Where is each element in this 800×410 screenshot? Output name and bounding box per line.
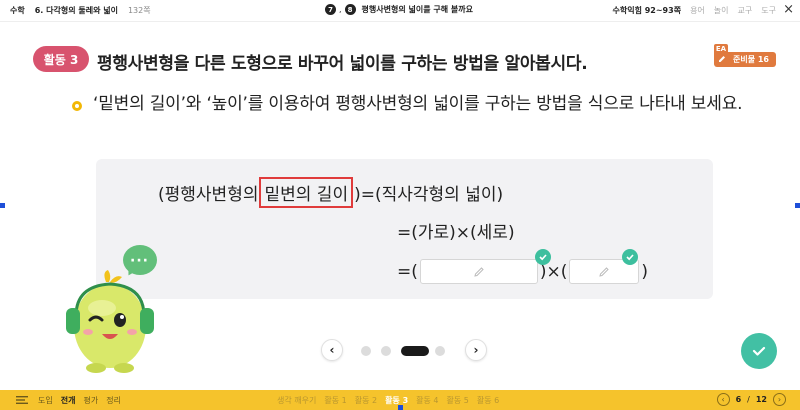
chapter-label: 6. 다각형의 둘레와 넓이	[34, 6, 118, 15]
next-slide-icon[interactable]: ›	[773, 393, 786, 406]
formula-line1-prefix: (평행사변형의	[158, 185, 259, 205]
highlighted-term: 밑변의 길이	[259, 177, 354, 208]
page-dot-active[interactable]	[401, 346, 429, 356]
complete-button[interactable]	[741, 333, 777, 369]
phase-assessment[interactable]: 평가	[83, 395, 98, 406]
subject-label: 수학	[10, 6, 25, 15]
answer-input-base[interactable]	[419, 259, 538, 284]
activity-title: 평행사변형을 다른 도형으로 바꾸어 넓이를 구하는 방법을 알아봅시다.	[97, 54, 588, 74]
tool-glossary[interactable]: 용어	[690, 5, 705, 16]
resize-handle[interactable]	[398, 405, 403, 410]
activity-tab-4[interactable]: 활동 4	[416, 395, 438, 406]
materials-button[interactable]: EA 준비물 16	[714, 44, 776, 68]
top-bar: 수학 6. 다각형의 둘레와 넓이 132쪽 7 , 8 평행사변형의 넓이를 …	[0, 0, 800, 22]
activity-tab-6[interactable]: 활동 6	[477, 395, 499, 406]
page-dot[interactable]	[435, 346, 445, 356]
formula-line3-open: =(	[397, 261, 418, 282]
tool-game[interactable]: 놀이	[714, 5, 729, 16]
lesson-title: 평행사변형의 넓이를 구해 볼까요	[361, 5, 473, 14]
mascot-character[interactable]	[62, 268, 158, 380]
activity-tab-warmup[interactable]: 생각 깨우기	[277, 395, 316, 406]
check-icon	[752, 346, 766, 356]
activity-badge: 활동 3	[33, 46, 89, 72]
phase-intro[interactable]: 도입	[38, 395, 53, 406]
page-dot[interactable]	[381, 346, 391, 356]
pencil-icon	[599, 266, 610, 277]
activity-tab-2[interactable]: 활동 2	[355, 395, 377, 406]
next-page-button[interactable]: ›	[465, 339, 487, 361]
page-dot[interactable]	[361, 346, 371, 356]
lesson-phase-nav: 도입 전개 평가 정리	[38, 395, 121, 406]
total-pages: 12	[755, 395, 767, 404]
activity-tab-3[interactable]: 활동 3	[385, 395, 408, 406]
page-separator: /	[747, 395, 750, 404]
topbar-left: 수학 6. 다각형의 둘레와 넓이 132쪽	[10, 5, 151, 16]
prev-slide-icon[interactable]: ‹	[716, 393, 730, 406]
topbar-tools: 수학익힘 92~93쪽 용어 놀이 교구 도구	[613, 5, 777, 16]
formula-line1-suffix: )=(직사각형의 넓이)	[354, 185, 504, 205]
check-answer-height-icon[interactable]	[622, 249, 638, 265]
formula-line-1: (평행사변형의 밑변의 길이 )=(직사각형의 넓이)	[158, 177, 503, 208]
check-answer-base-icon[interactable]	[535, 249, 551, 265]
formula-line3-close: )	[641, 261, 649, 282]
formula-line-2: =(가로)×(세로)	[397, 223, 515, 243]
lesson-number-badge: 7	[325, 4, 336, 15]
phase-summary[interactable]: 정리	[106, 395, 121, 406]
prev-page-button[interactable]: ‹	[321, 339, 343, 361]
page-counter: ‹ 6 / 12 ›	[716, 393, 786, 406]
activity-nav: 생각 깨우기 활동 1 활동 2 활동 3 활동 4 활동 5 활동 6	[277, 395, 499, 406]
resize-handle[interactable]	[0, 203, 5, 208]
ellipsis-icon: ···	[130, 253, 149, 269]
resize-handle[interactable]	[795, 203, 800, 208]
menu-icon[interactable]	[16, 395, 28, 405]
bullet-icon	[72, 101, 82, 111]
workbook-link[interactable]: 수학익힘 92~93쪽	[613, 5, 682, 16]
tool-tools[interactable]: 도구	[761, 5, 776, 16]
instruction-text: ‘밑변의 길이’와 ‘높이’를 이용하여 평행사변형의 넓이를 구하는 방법을 …	[93, 94, 743, 114]
lesson-number-badge: 8	[344, 4, 356, 15]
current-page: 6	[735, 395, 742, 404]
pencil-icon	[474, 266, 484, 277]
pencil-icon	[719, 56, 725, 62]
page-ref: 132쪽	[127, 6, 151, 15]
close-icon[interactable]: ×	[783, 2, 794, 17]
activity-tab-1[interactable]: 활동 1	[324, 395, 346, 406]
formula-line-3: =( )×( )	[397, 259, 648, 284]
activity-tab-5[interactable]: 활동 5	[447, 395, 469, 406]
tool-manipulatives[interactable]: 교구	[738, 5, 753, 16]
lesson-info: 7 , 8 평행사변형의 넓이를 구해 볼까요	[325, 4, 473, 15]
phase-development[interactable]: 전개	[61, 395, 76, 406]
